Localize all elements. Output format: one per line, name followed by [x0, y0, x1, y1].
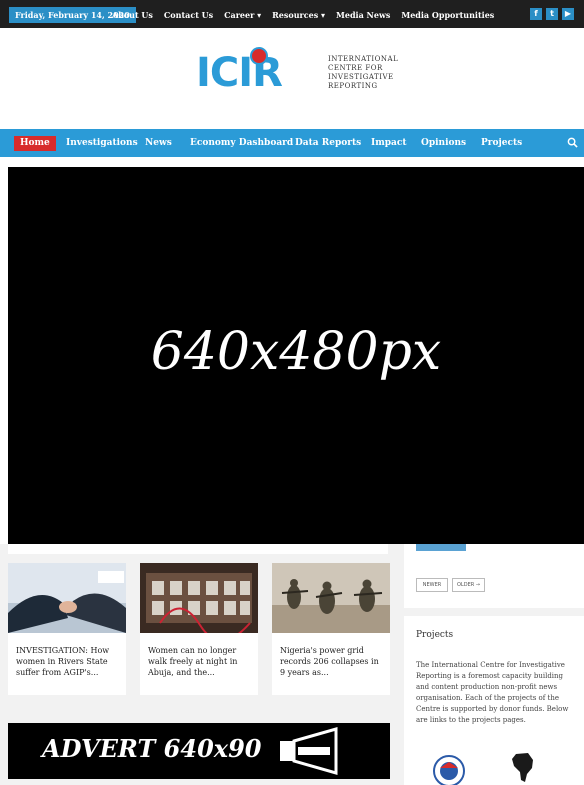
- placeholder-text: 640x480px: [150, 322, 442, 382]
- article-thumbnail: [8, 563, 126, 633]
- logo-tagline: INTERNATIONAL CENTRE FOR INVESTIGATIVE R…: [328, 55, 399, 90]
- advert-text: ADVERT 640x90: [42, 734, 262, 763]
- top-menu-career[interactable]: Career ▾: [224, 7, 261, 23]
- twitter-icon[interactable]: t: [546, 8, 558, 20]
- top-menu: About Us Contact Us Career ▾ Resources ▾…: [112, 7, 494, 23]
- africa-map-logo[interactable]: [508, 750, 538, 785]
- logo-text: ICIR: [196, 50, 283, 96]
- site-logo[interactable]: ICIR INTERNATIONAL CENTRE FOR INVESTIGAT…: [196, 45, 416, 105]
- sidebar-tab-indicator: [416, 544, 466, 551]
- top-menu-resources[interactable]: Resources ▾: [272, 7, 325, 23]
- article-title[interactable]: Nigeria's power grid records 206 collaps…: [280, 645, 384, 678]
- article-title[interactable]: Women can no longer walk freely at night…: [148, 645, 252, 678]
- advert-banner[interactable]: ADVERT 640x90: [8, 723, 390, 779]
- article-card[interactable]: Women can no longer walk freely at night…: [140, 563, 258, 695]
- article-card[interactable]: Nigeria's power grid records 206 collaps…: [272, 563, 390, 695]
- article-thumbnail: [272, 563, 390, 633]
- nav-item-home[interactable]: Home: [14, 136, 56, 151]
- youtube-icon[interactable]: ▶: [562, 8, 574, 20]
- nav-item-news[interactable]: News: [145, 136, 172, 151]
- nav-item-economy-dashboard[interactable]: Economy Dashboard: [190, 136, 293, 151]
- sidebar-pagination-card: [404, 544, 584, 608]
- megaphone-icon: [280, 727, 338, 775]
- article-thumbnail: [140, 563, 258, 633]
- article-title[interactable]: INVESTIGATION: How women in Rivers State…: [16, 645, 120, 678]
- nav-item-investigations[interactable]: Investigations: [66, 136, 138, 151]
- globe-icon: [250, 47, 268, 65]
- top-menu-media-news[interactable]: Media News: [336, 7, 390, 23]
- facebook-icon[interactable]: f: [530, 8, 542, 20]
- slider-bottom-card: [8, 544, 388, 554]
- logo-mark: ICIR: [196, 47, 283, 97]
- nav-item-data-reports[interactable]: Data Reports: [295, 136, 361, 151]
- hero-image-placeholder[interactable]: 640x480px: [8, 167, 584, 544]
- top-bar: Friday, February 14, 2020 About Us Conta…: [0, 0, 584, 28]
- article-card[interactable]: INVESTIGATION: How women in Rivers State…: [8, 563, 126, 695]
- top-menu-media-opportunities[interactable]: Media Opportunities: [401, 7, 494, 23]
- nav-item-projects[interactable]: Projects: [481, 136, 522, 151]
- older-button[interactable]: OLDER →: [452, 578, 485, 592]
- main-nav: Home Investigations News Economy Dashboa…: [0, 129, 584, 157]
- projects-title: Projects: [416, 630, 454, 640]
- search-icon[interactable]: [567, 137, 578, 148]
- top-menu-about[interactable]: About Us: [112, 7, 153, 23]
- nav-item-opinions[interactable]: Opinions: [421, 136, 466, 151]
- newer-button[interactable]: NEWER: [416, 578, 448, 592]
- project-logo[interactable]: [430, 752, 468, 785]
- social-links: f t ▶: [530, 8, 574, 20]
- nav-item-impact[interactable]: Impact: [371, 136, 407, 151]
- projects-description: The International Centre for Investigati…: [416, 661, 569, 724]
- top-menu-contact[interactable]: Contact Us: [164, 7, 213, 23]
